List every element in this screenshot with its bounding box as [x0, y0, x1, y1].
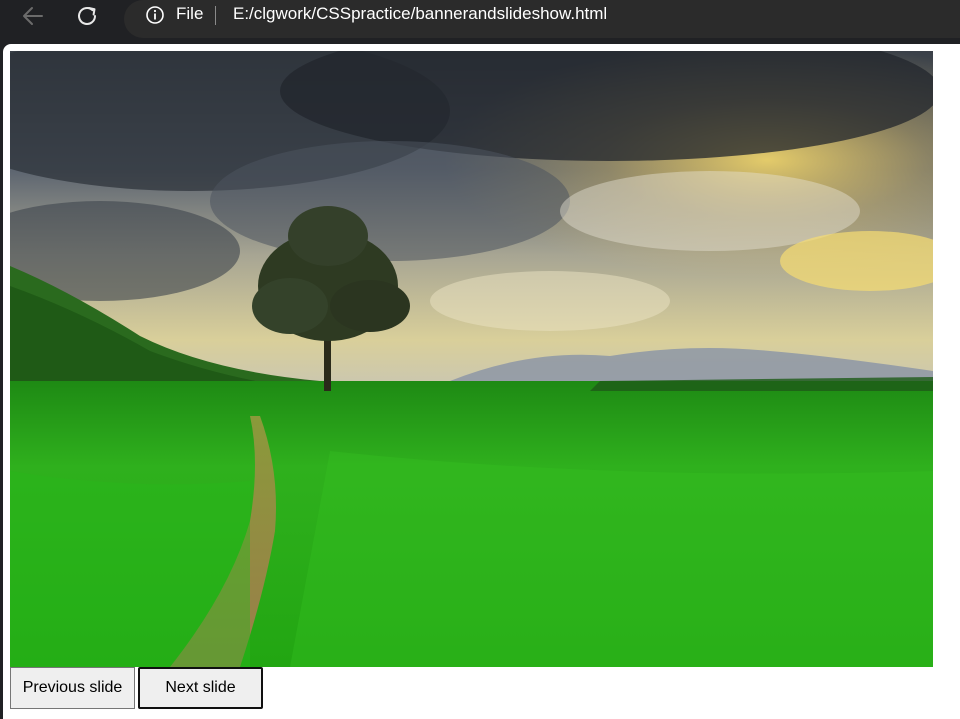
slide-image [10, 51, 933, 667]
arrow-left-icon [23, 7, 43, 25]
next-slide-button[interactable]: Next slide [138, 667, 263, 709]
address-separator [215, 6, 216, 25]
page-viewport: Previous slide Next slide [3, 44, 960, 719]
url-scheme-label: File [176, 4, 204, 23]
landscape-picture [10, 51, 933, 667]
url-text[interactable]: E:/clgwork/CSSpractice/bannerandslidesho… [233, 4, 607, 24]
previous-slide-button[interactable]: Previous slide [10, 667, 135, 709]
reload-icon [78, 7, 96, 25]
back-button[interactable] [19, 4, 47, 28]
reload-button[interactable] [74, 4, 102, 28]
address-bar[interactable]: File E:/clgwork/CSSpractice/bannerandsli… [124, 0, 960, 38]
info-icon[interactable] [145, 5, 165, 30]
browser-toolbar: File E:/clgwork/CSSpractice/bannerandsli… [0, 0, 960, 44]
